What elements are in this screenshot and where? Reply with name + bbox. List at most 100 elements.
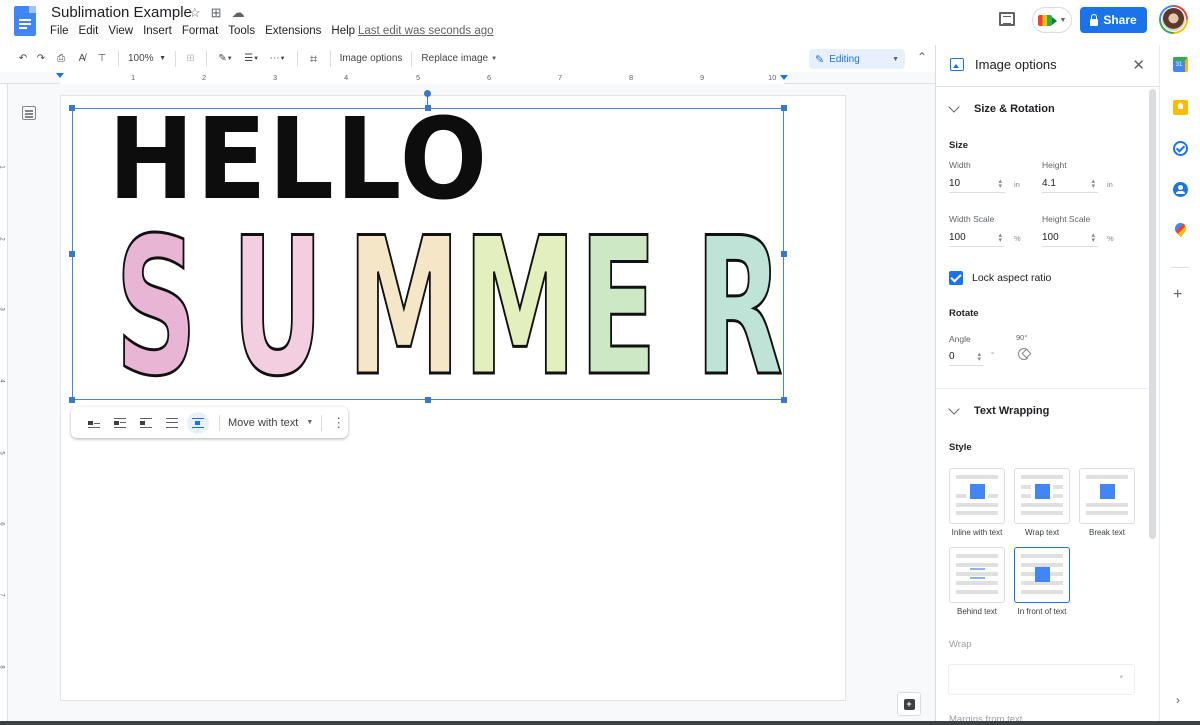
star-icon[interactable]: ☆ (189, 5, 201, 21)
resize-handle-n[interactable] (425, 105, 431, 111)
redo-icon[interactable]: ↷ (32, 48, 50, 70)
add-comment-icon[interactable]: ⊞ (182, 48, 200, 70)
inline-wrap-icon[interactable] (88, 418, 100, 428)
resize-handle-s[interactable] (425, 397, 431, 403)
resize-handle-w[interactable] (69, 251, 75, 257)
selected-image[interactable] (72, 108, 784, 400)
horizontal-ruler[interactable]: 1 2 3 4 5 6 7 8 9 10 (0, 72, 935, 84)
close-icon[interactable]: ✕ (1132, 56, 1145, 74)
image-context-toolbar: Move with text ▼ ⋮ (71, 407, 348, 438)
spellcheck-icon[interactable]: A̸ (72, 48, 92, 70)
calendar-icon[interactable]: 31 (1173, 57, 1188, 72)
width-input[interactable]: 10 ▴ ▾ (949, 175, 1005, 193)
zoom-select[interactable]: 100% (125, 53, 157, 64)
replace-image-button[interactable]: Replace image (418, 53, 491, 64)
menu-bar: File Edit View Insert Format Tools Exten… (50, 25, 365, 37)
wrap-select[interactable] (948, 664, 1135, 695)
menu-view[interactable]: View (108, 25, 133, 37)
border-color-icon[interactable]: ✎ ▼ (213, 48, 239, 70)
text-wrapping-section-toggle[interactable]: Text Wrapping (948, 402, 1049, 417)
rotate-handle[interactable] (424, 90, 431, 97)
left-indent-handle[interactable] (56, 73, 64, 78)
height-input[interactable]: 4.1 ▴ ▾ (1042, 175, 1098, 193)
last-edit-link[interactable]: Last edit was seconds ago (358, 25, 494, 37)
wrap-option-break-text[interactable] (1079, 468, 1135, 524)
ruler-number: 6 (487, 73, 492, 82)
document-outline-icon[interactable] (22, 106, 36, 120)
editing-mode-label: Editing (829, 53, 860, 65)
account-avatar[interactable] (1159, 5, 1188, 34)
resize-handle-sw[interactable] (69, 397, 75, 403)
undo-icon[interactable]: ↶ (14, 48, 32, 70)
comment-history-icon[interactable] (999, 12, 1015, 26)
break-text-icon[interactable] (140, 417, 152, 428)
height-scale-unit: % (1107, 234, 1114, 243)
resize-handle-ne[interactable] (781, 105, 787, 111)
in-front-of-text-button[interactable] (187, 411, 209, 434)
maps-icon[interactable] (1175, 223, 1186, 237)
move-to-folder-icon[interactable]: ⊞ (211, 5, 222, 21)
menu-tools[interactable]: Tools (228, 25, 255, 37)
chevron-down-icon[interactable]: ▼ (306, 419, 313, 426)
angle-unit: ° (991, 350, 994, 359)
hide-menus-icon[interactable]: ⌃ (917, 50, 927, 64)
menu-edit[interactable]: Edit (79, 25, 99, 37)
menu-extensions[interactable]: Extensions (265, 25, 321, 37)
wrap-option-label: Wrap text (1024, 528, 1060, 537)
wrap-option-in-front-of-text[interactable] (1014, 547, 1070, 603)
share-button[interactable]: Share (1080, 7, 1147, 33)
ruler-number: 7 (558, 73, 563, 82)
get-addons-icon[interactable]: + (1173, 286, 1182, 304)
border-weight-icon[interactable]: ☰ ▼ (239, 48, 265, 70)
rotate-90-icon[interactable] (1018, 348, 1030, 360)
wrap-option-inline[interactable] (949, 468, 1005, 524)
wrap-text-icon[interactable] (114, 417, 126, 428)
width-label: Width (949, 160, 971, 170)
right-indent-handle[interactable] (780, 75, 788, 80)
stepper-icon: ▴ ▾ (1091, 177, 1095, 190)
position-mode-select[interactable]: Move with text (228, 417, 298, 429)
menu-format[interactable]: Format (182, 25, 218, 37)
angle-input[interactable]: 0 ▴ ▾ (949, 348, 984, 366)
border-dash-icon[interactable]: ⋯ ▼ (265, 48, 291, 70)
docs-logo-icon[interactable] (14, 6, 36, 36)
behind-text-icon[interactable] (166, 417, 178, 428)
resize-handle-nw[interactable] (69, 105, 75, 111)
print-icon[interactable]: ⎙ (50, 48, 72, 70)
wrap-option-label: In front of text (1017, 607, 1067, 616)
panel-scrollbar[interactable] (1149, 89, 1156, 539)
cloud-saved-icon[interactable]: ☁ (232, 5, 245, 21)
lock-aspect-ratio-checkbox[interactable] (949, 271, 963, 285)
keep-icon[interactable] (1173, 100, 1188, 115)
width-scale-input[interactable]: 100 ▴ ▾ (949, 229, 1005, 247)
zoom-dropdown-icon[interactable]: ▼ (157, 48, 169, 70)
paint-format-icon[interactable]: ⊤ (92, 48, 112, 70)
more-options-icon[interactable]: ⋮ (332, 415, 345, 431)
tasks-icon[interactable] (1173, 141, 1188, 156)
lock-aspect-ratio-label[interactable]: Lock aspect ratio (972, 272, 1051, 284)
image-options-button[interactable]: Image options (337, 53, 406, 64)
meet-button[interactable]: ▼ (1032, 7, 1072, 33)
crop-icon[interactable]: ⌗ (304, 48, 324, 70)
editing-mode-button[interactable]: ✎ Editing ▼ (809, 49, 905, 69)
wrap-option-behind-text[interactable] (949, 547, 1005, 603)
document-title[interactable]: Sublimation Example (51, 4, 192, 21)
wrap-label: Wrap (949, 639, 972, 650)
menu-insert[interactable]: Insert (143, 25, 172, 37)
vertical-ruler[interactable]: 1 2 3 4 5 6 7 8 (0, 84, 8, 725)
menu-help[interactable]: Help (331, 25, 355, 37)
resize-handle-se[interactable] (781, 397, 787, 403)
wrap-option-wrap-text[interactable] (1014, 468, 1070, 524)
expand-side-panel-icon[interactable]: › (1176, 693, 1180, 707)
height-scale-input[interactable]: 100 ▴ ▾ (1042, 229, 1098, 247)
ruler-number: 9 (700, 73, 705, 82)
ruler-number: 10 (768, 73, 777, 82)
contacts-icon[interactable] (1173, 182, 1188, 197)
replace-image-dropdown-icon[interactable]: ▼ (491, 48, 497, 70)
explore-button[interactable]: + (897, 692, 921, 716)
pencil-icon: ✎ (815, 53, 825, 66)
resize-handle-e[interactable] (781, 251, 787, 257)
size-rotation-section-toggle[interactable]: Size & Rotation (948, 100, 1055, 115)
menu-file[interactable]: File (50, 25, 69, 37)
ruler-number: 8 (0, 665, 5, 668)
